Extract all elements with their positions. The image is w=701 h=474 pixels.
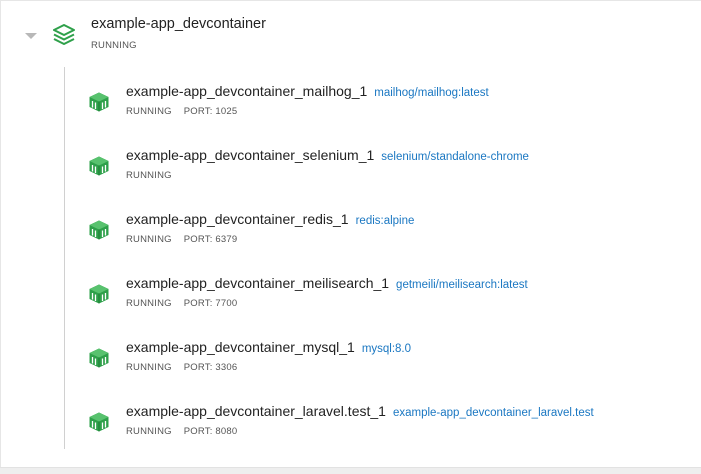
container-name: example-app_devcontainer_redis_1 [126,211,349,227]
container-image-link[interactable]: getmeili/meilisearch:latest [396,279,528,291]
container-title-line: example-app_devcontainer_mailhog_1 mailho… [126,83,489,101]
container-status: RUNNING [126,170,172,181]
container-row-3[interactable]: example-app_devcontainer_meilisearch_1 ge… [66,261,686,313]
container-list-panel: example-app_devcontainer RUNNING example… [0,0,701,474]
container-row-1[interactable]: example-app_devcontainer_selenium_1 selen… [66,133,686,185]
container-cube-icon [89,220,109,240]
container-name: example-app_devcontainer_mysql_1 [126,339,355,355]
container-port: PORT: 7700 [183,298,238,309]
container-name: example-app_devcontainer_meilisearch_1 [126,275,390,291]
container-meta: RUNNING PORT: 8080 [126,426,237,437]
container-title-line: example-app_devcontainer_meilisearch_1 ge… [126,275,528,293]
container-image-link[interactable]: example-app_devcontainer_laravel.test [393,407,594,419]
container-port: PORT: 8080 [183,426,238,437]
container-title-line: example-app_devcontainer_laravel.test_1 e… [126,403,594,421]
container-cube-icon [89,156,109,176]
container-cube-icon [89,412,109,432]
container-meta: RUNNING [126,170,172,181]
container-row-5[interactable]: example-app_devcontainer_laravel.test_1 e… [66,389,686,441]
container-image-link[interactable]: selenium/standalone-chrome [381,151,529,163]
stack-icon [53,24,75,45]
container-cube-icon [89,92,109,112]
container-status: RUNNING [126,234,172,245]
compose-group-header[interactable]: example-app_devcontainer RUNNING [0,0,701,64]
bottom-divider [0,467,701,474]
container-title-line: example-app_devcontainer_redis_1 redis:al… [126,211,414,229]
group-name: example-app_devcontainer [91,16,266,32]
container-name: example-app_devcontainer_laravel.test_1 [126,403,386,419]
container-status: RUNNING [126,298,172,309]
container-name: example-app_devcontainer_mailhog_1 [126,83,368,99]
container-row-2[interactable]: example-app_devcontainer_redis_1 redis:al… [66,197,686,249]
container-meta: RUNNING PORT: 7700 [126,298,237,309]
container-port: PORT: 3306 [183,362,238,373]
container-image-link[interactable]: redis:alpine [356,215,415,227]
container-name: example-app_devcontainer_selenium_1 [126,147,375,163]
group-status: RUNNING [91,40,137,51]
container-status: RUNNING [126,362,172,373]
container-meta: RUNNING PORT: 6379 [126,234,237,245]
container-row-4[interactable]: example-app_devcontainer_mysql_1 mysql:8.… [66,325,686,377]
container-image-link[interactable]: mailhog/mailhog:latest [374,87,488,99]
container-title-line: example-app_devcontainer_mysql_1 mysql:8.… [126,339,411,357]
container-status: RUNNING [126,426,172,437]
container-meta: RUNNING PORT: 3306 [126,362,237,373]
left-border [0,0,1,474]
container-image-link[interactable]: mysql:8.0 [362,343,411,355]
container-cube-icon [89,284,109,304]
container-title-line: example-app_devcontainer_selenium_1 selen… [126,147,529,165]
caret-down-icon[interactable] [25,33,37,39]
container-meta: RUNNING PORT: 1025 [126,106,237,117]
container-port: PORT: 6379 [183,234,238,245]
container-cube-icon [89,348,109,368]
container-port: PORT: 1025 [183,106,238,117]
container-status: RUNNING [126,106,172,117]
tree-connector-line [64,67,65,449]
container-row-0[interactable]: example-app_devcontainer_mailhog_1 mailho… [66,69,686,121]
